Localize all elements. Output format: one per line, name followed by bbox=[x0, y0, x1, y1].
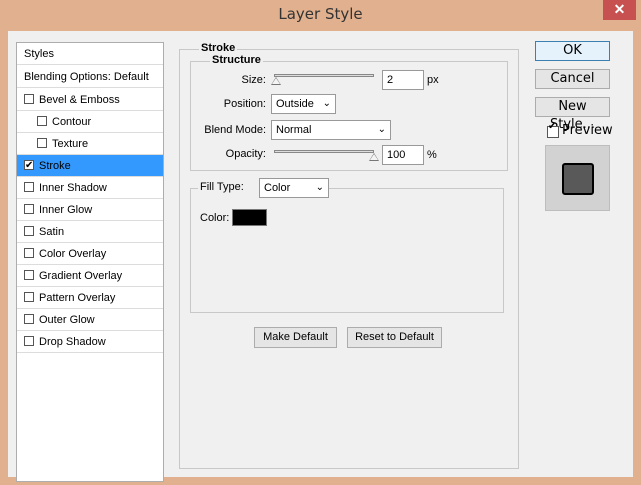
style-item-checkbox[interactable] bbox=[24, 270, 34, 280]
blend-mode-value: Normal bbox=[276, 124, 312, 136]
styles-list: Styles Blending Options: Default Bevel &… bbox=[16, 42, 164, 482]
opacity-input[interactable]: 100 bbox=[382, 145, 424, 165]
ok-button[interactable]: OK bbox=[535, 41, 610, 61]
style-item-checkbox[interactable] bbox=[24, 155, 34, 177]
style-item-checkbox[interactable] bbox=[24, 336, 34, 346]
close-button[interactable]: ✕ bbox=[603, 0, 636, 20]
style-item-stroke[interactable]: Stroke bbox=[17, 155, 163, 177]
style-item-label: Contour bbox=[52, 116, 92, 128]
blend-mode-select[interactable]: Normal ⌄ bbox=[271, 120, 391, 140]
chevron-down-icon: ⌄ bbox=[377, 124, 386, 135]
style-item-label: Drop Shadow bbox=[39, 336, 106, 348]
style-item-checkbox[interactable] bbox=[24, 204, 34, 214]
style-item-label: Pattern Overlay bbox=[39, 292, 116, 304]
opacity-unit: % bbox=[427, 149, 437, 161]
structure-group-title: Structure bbox=[210, 54, 263, 66]
chevron-down-icon: ⌄ bbox=[322, 98, 331, 109]
style-item-inner-shadow[interactable]: Inner Shadow bbox=[17, 177, 163, 199]
style-item-texture[interactable]: Texture bbox=[17, 133, 163, 155]
stroke-group-title: Stroke bbox=[199, 42, 238, 54]
size-unit: px bbox=[427, 74, 439, 86]
style-item-drop-shadow[interactable]: Drop Shadow bbox=[17, 331, 163, 353]
style-item-pattern-overlay[interactable]: Pattern Overlay bbox=[17, 287, 163, 309]
style-item-label: Bevel & Emboss bbox=[39, 94, 120, 106]
preview-thumbnail bbox=[545, 145, 610, 211]
blending-options-item[interactable]: Blending Options: Default bbox=[17, 66, 163, 88]
style-item-satin[interactable]: Satin bbox=[17, 221, 163, 243]
fill-type-label: Fill Type: bbox=[198, 181, 260, 197]
blend-mode-label: Blend Mode: bbox=[204, 124, 266, 136]
size-input[interactable]: 2 bbox=[382, 70, 424, 90]
fill-group bbox=[190, 188, 504, 313]
style-item-checkbox[interactable] bbox=[24, 248, 34, 258]
preview-checkbox[interactable] bbox=[547, 121, 559, 138]
preview-label: Preview bbox=[562, 123, 613, 138]
preview-swatch bbox=[562, 163, 594, 195]
fill-type-value: Color bbox=[264, 182, 291, 194]
style-item-contour[interactable]: Contour bbox=[17, 111, 163, 133]
style-item-label: Inner Shadow bbox=[39, 182, 107, 194]
style-item-label: Stroke bbox=[39, 160, 71, 172]
style-item-checkbox[interactable] bbox=[37, 138, 47, 148]
opacity-slider-track[interactable] bbox=[274, 150, 374, 153]
style-item-checkbox[interactable] bbox=[24, 314, 34, 324]
style-item-checkbox[interactable] bbox=[24, 292, 34, 302]
reset-to-default-button[interactable]: Reset to Default bbox=[347, 327, 442, 348]
style-item-checkbox[interactable] bbox=[24, 182, 34, 192]
size-slider-track[interactable] bbox=[274, 74, 374, 77]
position-label: Position: bbox=[223, 98, 266, 110]
style-item-gradient-overlay[interactable]: Gradient Overlay bbox=[17, 265, 163, 287]
style-item-inner-glow[interactable]: Inner Glow bbox=[17, 199, 163, 221]
style-item-label: Outer Glow bbox=[39, 314, 95, 326]
style-item-outer-glow[interactable]: Outer Glow bbox=[17, 309, 163, 331]
style-item-label: Inner Glow bbox=[39, 204, 93, 216]
make-default-button[interactable]: Make Default bbox=[254, 327, 337, 348]
position-value: Outside bbox=[276, 98, 314, 110]
cancel-button[interactable]: Cancel bbox=[535, 69, 610, 89]
opacity-label: Opacity: bbox=[225, 148, 266, 160]
style-item-label: Satin bbox=[39, 226, 65, 238]
window-title: Layer Style bbox=[278, 5, 363, 23]
style-item-label: Gradient Overlay bbox=[39, 270, 123, 282]
chevron-down-icon: ⌄ bbox=[315, 182, 324, 193]
style-item-label: Color Overlay bbox=[39, 248, 107, 260]
fill-type-select[interactable]: Color ⌄ bbox=[259, 178, 329, 198]
styles-header[interactable]: Styles bbox=[17, 43, 163, 65]
style-item-color-overlay[interactable]: Color Overlay bbox=[17, 243, 163, 265]
color-label: Color: bbox=[200, 212, 230, 224]
style-item-label: Texture bbox=[52, 138, 89, 150]
size-label: Size: bbox=[241, 74, 266, 86]
style-item-bevel-emboss[interactable]: Bevel & Emboss bbox=[17, 89, 163, 111]
style-item-checkbox[interactable] bbox=[37, 116, 47, 126]
new-style-button[interactable]: New Style... bbox=[535, 97, 610, 132]
style-item-checkbox[interactable] bbox=[24, 226, 34, 236]
color-swatch[interactable] bbox=[232, 209, 267, 226]
title-bar: Layer Style ✕ bbox=[0, 0, 641, 30]
position-select[interactable]: Outside ⌄ bbox=[271, 94, 336, 114]
style-item-checkbox[interactable] bbox=[24, 94, 34, 104]
opacity-slider-thumb[interactable] bbox=[369, 153, 379, 161]
size-slider-thumb[interactable] bbox=[271, 77, 281, 85]
